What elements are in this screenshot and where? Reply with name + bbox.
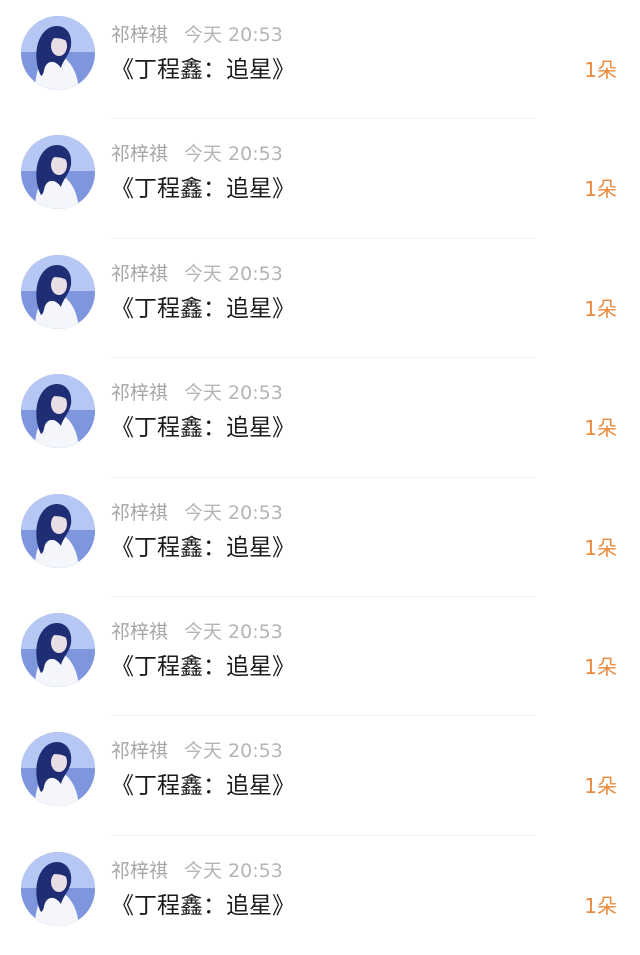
send-time: 今天 20:53	[184, 859, 283, 882]
gift-count: 1朵	[584, 535, 617, 560]
gift-count: 1朵	[584, 893, 617, 918]
send-time: 今天 20:53	[184, 24, 283, 46]
avatar-image	[21, 254, 95, 329]
avatar-image	[21, 732, 95, 807]
avatar[interactable]	[21, 493, 95, 568]
record-meta: 祁梓祺 今天 20:53	[111, 22, 283, 48]
gift-title: 《丁程鑫：追星》	[111, 176, 295, 203]
record-meta: 祁梓祺 今天 20:53	[111, 380, 283, 406]
gift-title: 《丁程鑫：追星》	[111, 57, 295, 83]
avatar[interactable]	[21, 374, 95, 449]
avatar-image	[21, 374, 95, 449]
sender-name[interactable]: 祁梓祺	[111, 382, 168, 404]
list-item[interactable]: 祁梓祺 今天 20:53 《丁程鑫：追星》 1朵	[0, 358, 640, 478]
avatar[interactable]	[21, 254, 95, 329]
avatar-image	[21, 613, 95, 687]
send-time: 今天 20:53	[184, 143, 283, 166]
record-meta: 祁梓祺 今天 20:53	[111, 261, 283, 287]
avatar[interactable]	[21, 16, 95, 90]
avatar[interactable]	[21, 135, 95, 210]
send-time: 今天 20:53	[184, 262, 283, 285]
gift-count: 1朵	[584, 296, 617, 321]
gift-count: 1朵	[584, 177, 617, 202]
list-item[interactable]: 祁梓祺 今天 20:53 《丁程鑫：追星》 1朵	[0, 478, 640, 597]
record-meta: 祁梓祺 今天 20:53	[111, 619, 283, 645]
avatar-image	[21, 16, 95, 90]
gift-title: 《丁程鑫：追星》	[111, 415, 295, 442]
list-item[interactable]: 祁梓祺 今天 20:53 《丁程鑫：追星》 1朵	[0, 0, 640, 120]
gift-title: 《丁程鑫：追星》	[111, 295, 295, 322]
record-meta: 祁梓祺 今天 20:53	[111, 858, 283, 884]
gift-title: 《丁程鑫：追星》	[111, 654, 295, 680]
gift-record-list: 祁梓祺 今天 20:53 《丁程鑫：追星》 1朵 祁梓祺 今天 20:53 《丁程鑫…	[0, 0, 640, 951]
gift-title: 《丁程鑫：追星》	[111, 534, 295, 561]
avatar[interactable]	[21, 732, 95, 807]
list-item[interactable]: 祁梓祺 今天 20:53 《丁程鑫：追星》 1朵	[0, 119, 640, 239]
gift-count: 1朵	[584, 416, 617, 441]
record-meta: 祁梓祺 今天 20:53	[111, 738, 283, 764]
avatar-image	[21, 851, 95, 926]
sender-name[interactable]: 祁梓祺	[111, 263, 168, 285]
send-time: 今天 20:53	[184, 382, 283, 405]
send-time: 今天 20:53	[184, 740, 283, 763]
gift-count: 1朵	[584, 774, 617, 799]
gift-title: 《丁程鑫：追星》	[111, 773, 295, 800]
list-item[interactable]: 祁梓祺 今天 20:53 《丁程鑫：追星》 1朵	[0, 239, 640, 359]
gift-count: 1朵	[584, 655, 617, 679]
sender-name[interactable]: 祁梓祺	[111, 143, 168, 165]
gift-title: 《丁程鑫：追星》	[111, 892, 295, 919]
send-time: 今天 20:53	[184, 621, 283, 643]
send-time: 今天 20:53	[184, 501, 283, 524]
sender-name[interactable]: 祁梓祺	[111, 502, 168, 524]
avatar-image	[21, 135, 95, 210]
avatar-image	[21, 493, 95, 568]
list-item[interactable]: 祁梓祺 今天 20:53 《丁程鑫：追星》 1朵	[0, 597, 640, 717]
sender-name[interactable]: 祁梓祺	[111, 740, 168, 762]
sender-name[interactable]: 祁梓祺	[111, 860, 168, 882]
list-item[interactable]: 祁梓祺 今天 20:53 《丁程鑫：追星》 1朵	[0, 836, 640, 955]
record-meta: 祁梓祺 今天 20:53	[111, 141, 283, 167]
sender-name[interactable]: 祁梓祺	[111, 24, 168, 46]
avatar[interactable]	[21, 613, 95, 687]
avatar[interactable]	[21, 851, 95, 926]
list-item[interactable]: 祁梓祺 今天 20:53 《丁程鑫：追星》 1朵	[0, 716, 640, 836]
record-meta: 祁梓祺 今天 20:53	[111, 500, 283, 526]
gift-count: 1朵	[584, 58, 617, 82]
sender-name[interactable]: 祁梓祺	[111, 621, 168, 643]
